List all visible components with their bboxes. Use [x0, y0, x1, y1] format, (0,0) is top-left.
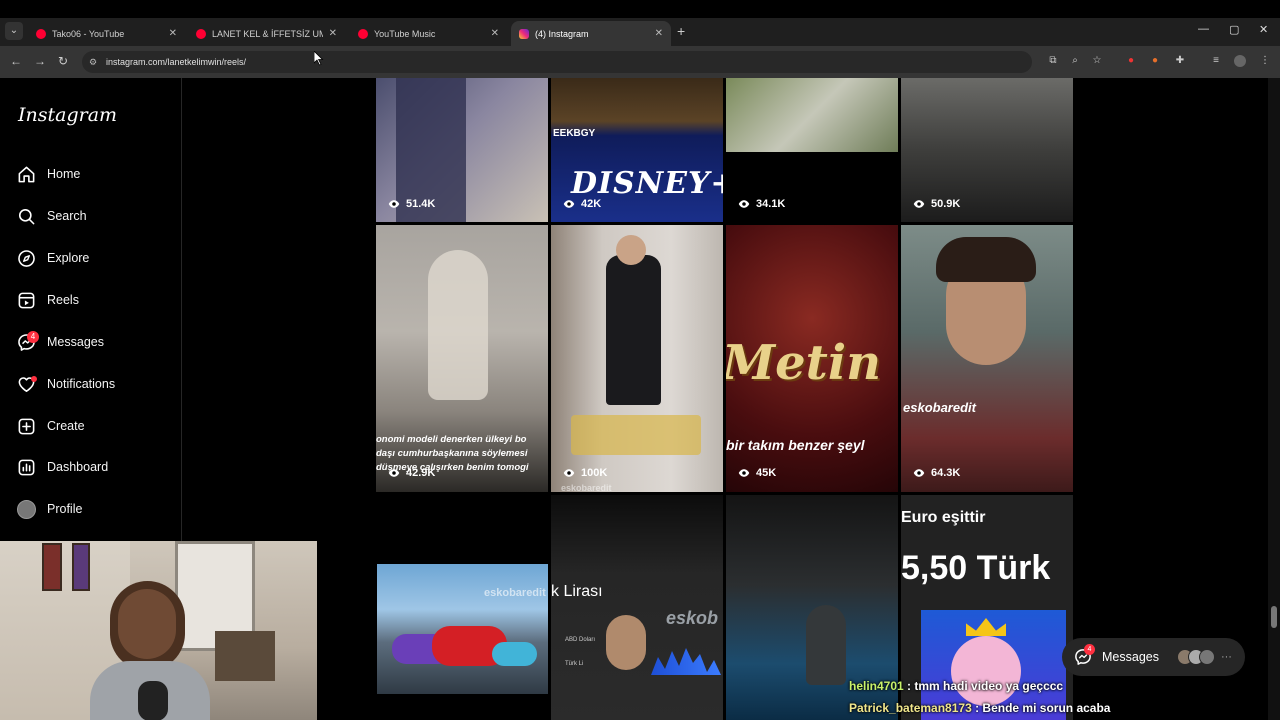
reels-icon	[18, 292, 35, 308]
eye-icon	[388, 469, 400, 477]
forward-icon[interactable]: →	[34, 54, 46, 68]
page-scrollbar[interactable]	[1268, 78, 1280, 720]
extension-orange-icon[interactable]: ●	[1149, 55, 1161, 67]
sidebar-item-home[interactable]: Home	[17, 162, 80, 186]
search-icon	[18, 208, 35, 224]
eye-icon	[388, 200, 400, 208]
sidebar-item-messages[interactable]: 4 Messages	[17, 330, 104, 354]
conversation-avatars	[1176, 649, 1215, 665]
close-tab-icon[interactable]: ✕	[655, 28, 663, 39]
notification-dot	[31, 375, 37, 382]
sidebar-item-explore[interactable]: Explore	[17, 246, 89, 270]
profile-avatar-icon[interactable]	[1234, 55, 1246, 67]
browser-menu-icon[interactable]: ⋮	[1259, 55, 1271, 67]
floating-messages-button[interactable]: 4 Messages ···	[1062, 638, 1245, 676]
view-count: 34.1K	[738, 198, 785, 210]
eye-icon	[913, 469, 925, 477]
address-bar[interactable]: ⚙ instagram.com/lanetkelimwin/reels/	[82, 51, 1032, 73]
view-count: 45K	[738, 467, 776, 479]
url-text: instagram.com/lanetkelimwin/reels/	[106, 57, 247, 67]
reel-tile[interactable]: 50.9K	[901, 78, 1073, 222]
reel-tile[interactable]: 34.1K	[726, 78, 898, 222]
browser-toolbar: ← → ↻ ⚙ instagram.com/lanetkelimwin/reel…	[0, 46, 1280, 78]
view-count: 42K	[563, 198, 601, 210]
sidebar-item-create[interactable]: Create	[17, 414, 85, 438]
profile-avatar	[17, 499, 36, 519]
messages-badge: 4	[1084, 644, 1095, 655]
view-count: 100K	[563, 467, 607, 479]
close-tab-icon[interactable]: ✕	[329, 28, 337, 39]
close-tab-icon[interactable]: ✕	[169, 28, 177, 39]
sidebar-item-dashboard[interactable]: Dashboard	[17, 455, 108, 479]
sidebar-item-reels[interactable]: Reels	[17, 288, 79, 312]
eye-icon	[563, 200, 575, 208]
eye-icon	[913, 200, 925, 208]
youtube-music-icon	[358, 28, 368, 39]
reload-icon[interactable]: ↻	[58, 54, 68, 68]
more-icon: ···	[1220, 651, 1232, 663]
youtube-icon	[36, 28, 46, 39]
sidebar-item-notifications[interactable]: Notifications	[17, 372, 115, 396]
avatar	[1198, 649, 1215, 665]
zoom-icon[interactable]: ⌕	[1069, 55, 1081, 67]
view-count: 51.4K	[388, 198, 435, 210]
dashboard-chart-icon	[18, 459, 35, 475]
reel-tile[interactable]: 51.4K	[376, 78, 548, 222]
browser-tab[interactable]: Tako06 - YouTube ✕	[28, 21, 185, 46]
install-app-icon[interactable]: ⧉	[1047, 55, 1059, 67]
reel-tile[interactable]: eskobaredit 100K	[551, 225, 723, 492]
close-tab-icon[interactable]: ✕	[491, 28, 499, 39]
streamer-webcam	[0, 541, 317, 720]
reel-tile[interactable]: eskobaredit 64.3K	[901, 225, 1073, 492]
extensions-puzzle-icon[interactable]: ✚	[1174, 55, 1186, 67]
instagram-logo[interactable]: Instagram	[18, 104, 117, 126]
youtube-icon	[196, 28, 206, 39]
scrollbar-thumb[interactable]	[1271, 606, 1277, 628]
minimize-icon[interactable]: —	[1198, 23, 1209, 35]
maximize-icon[interactable]: ▢	[1229, 23, 1239, 36]
view-count: 42.9K	[388, 467, 435, 479]
chat-message: Patrick_bateman8173 : Bende mi sorun aca…	[849, 701, 1111, 715]
reel-tile[interactable]: EEKBGY DISNEY+ 42K	[551, 78, 723, 222]
sidebar-item-search[interactable]: Search	[17, 204, 87, 228]
media-control-icon[interactable]: ≡	[1210, 55, 1222, 67]
window-close-icon[interactable]: ✕	[1259, 23, 1268, 36]
create-plus-icon	[18, 418, 35, 434]
tab-search-chevron-icon[interactable]: ⌄	[5, 22, 23, 40]
sidebar-item-profile[interactable]: Profile	[17, 497, 82, 521]
eye-icon	[738, 469, 750, 477]
messages-badge: 4	[27, 330, 39, 343]
home-icon	[18, 166, 35, 182]
reel-tile[interactable]: eskobaredit	[376, 495, 548, 720]
reel-tile[interactable]: Metin bir takım benzer şeyl 45K	[726, 225, 898, 492]
browser-tab[interactable]: LANET KEL & İFFETSİZ UMUT · ✕	[188, 21, 345, 46]
eye-icon	[738, 200, 750, 208]
back-icon[interactable]: ←	[10, 54, 22, 68]
mouse-cursor-icon	[314, 51, 324, 66]
instagram-icon	[519, 28, 529, 39]
compass-icon	[18, 249, 35, 267]
reel-tile[interactable]: k Lirası eskob ABD Doları Türk Li	[551, 495, 723, 720]
reel-tile[interactable]: onomi modeli denerken ülkeyi bo daşı cum…	[376, 225, 548, 492]
new-tab-icon[interactable]: +	[677, 23, 685, 39]
eye-icon	[563, 469, 575, 477]
site-settings-icon[interactable]: ⚙	[89, 51, 97, 73]
browser-tab-active[interactable]: (4) Instagram ✕	[511, 21, 671, 46]
bookmark-star-icon[interactable]: ☆	[1091, 55, 1103, 67]
browser-tab-bar: ⌄ Tako06 - YouTube ✕ LANET KEL & İFFETSİ…	[0, 18, 1280, 46]
chat-message: helin4701 : tmm hadi video ya geçccc	[849, 679, 1064, 693]
view-count: 64.3K	[913, 467, 960, 479]
browser-tab[interactable]: YouTube Music ✕	[350, 21, 507, 46]
reels-grid: 51.4K EEKBGY DISNEY+ 42K 34.1K 50.9K ono…	[376, 78, 1073, 720]
view-count: 50.9K	[913, 198, 960, 210]
extension-red-icon[interactable]: ●	[1125, 55, 1137, 67]
